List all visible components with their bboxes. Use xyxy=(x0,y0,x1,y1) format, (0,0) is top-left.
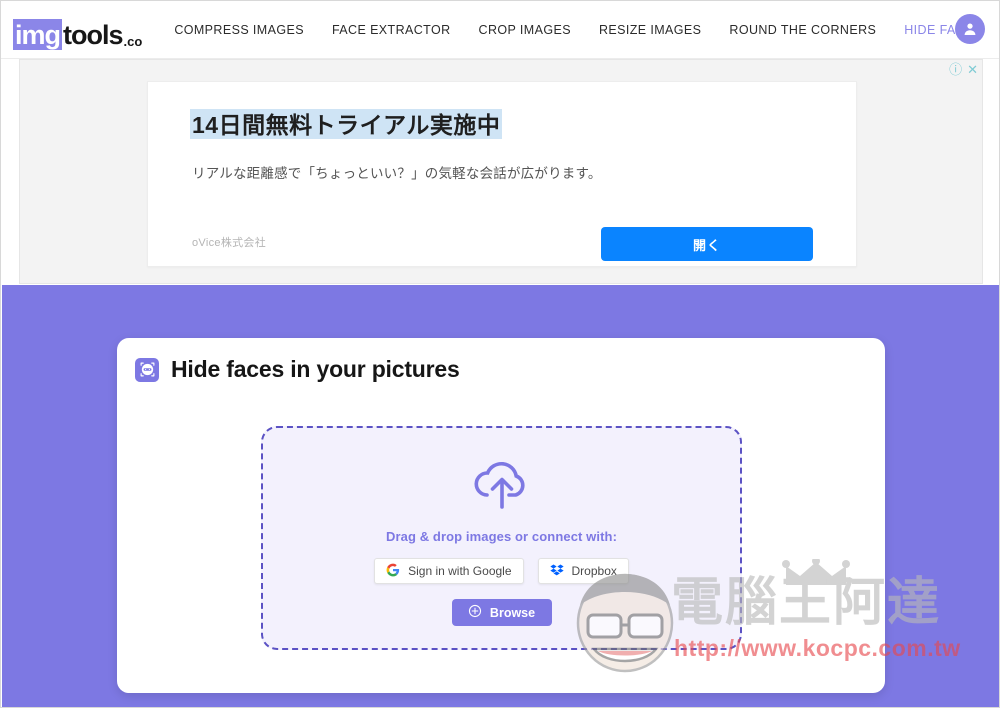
sign-in-with-google-label: Sign in with Google xyxy=(408,564,512,578)
ad-advertiser-name: oVice株式会社 xyxy=(192,237,267,249)
browse-button-label: Browse xyxy=(489,605,536,620)
card-header: Hide faces in your pictures xyxy=(135,356,460,383)
hide-faces-tool-card: Hide faces in your pictures Drag & drop … xyxy=(117,338,885,693)
nav-item-crop-images[interactable]: CROP IMAGES xyxy=(479,23,571,37)
cloud-upload-icon xyxy=(466,450,538,515)
advertisement-region: ⓘ ✕ 14日間無料トライアル実施中 リアルな距離感で「ちょっといい？」の気軽な… xyxy=(19,59,983,284)
face-mask-icon xyxy=(135,357,159,382)
nav-item-round-the-corners[interactable]: ROUND THE CORNERS xyxy=(729,23,876,37)
logo-co-text: .co xyxy=(123,33,143,49)
site-logo[interactable]: img tools .co xyxy=(13,10,142,50)
dropzone-label: Drag & drop images or connect with: xyxy=(385,529,618,544)
ad-subtitle: リアルな距離感で「ちょっといい？」の気軽な会話が広がります。 xyxy=(192,166,602,181)
ad-card[interactable]: 14日間無料トライアル実施中 リアルな距離感で「ちょっといい？」の気軽な会話が広… xyxy=(147,81,857,267)
google-g-icon xyxy=(386,563,400,580)
ad-cta-button[interactable]: 開く xyxy=(601,227,813,261)
dropbox-button[interactable]: Dropbox xyxy=(537,558,629,584)
file-dropzone[interactable]: Drag & drop images or connect with: Sign… xyxy=(261,426,742,650)
nav-item-compress-images[interactable]: COMPRESS IMAGES xyxy=(174,23,304,37)
plus-circle-icon xyxy=(468,604,482,621)
browse-button[interactable]: Browse xyxy=(451,599,552,626)
nav-item-resize-images[interactable]: RESIZE IMAGES xyxy=(599,23,701,37)
close-icon[interactable]: ✕ xyxy=(967,63,978,76)
nav-item-face-extractor[interactable]: FACE EXTRACTOR xyxy=(332,23,451,37)
avatar[interactable] xyxy=(955,14,985,44)
connect-providers-row: Sign in with Google Dropbox xyxy=(374,558,629,584)
browser-page: img tools .co COMPRESS IMAGES FACE EXTRA… xyxy=(0,0,1000,708)
nav-links: COMPRESS IMAGES FACE EXTRACTOR CROP IMAG… xyxy=(174,23,999,37)
dropbox-label: Dropbox xyxy=(571,564,617,578)
page-title: Hide faces in your pictures xyxy=(171,356,460,382)
sign-in-with-google-button[interactable]: Sign in with Google xyxy=(374,558,524,584)
dropbox-icon xyxy=(549,563,564,580)
user-avatar-icon xyxy=(964,23,976,35)
ad-controls: ⓘ ✕ xyxy=(949,63,978,76)
top-navigation-bar: img tools .co COMPRESS IMAGES FACE EXTRA… xyxy=(1,1,999,59)
logo-tools-text: tools xyxy=(63,19,123,50)
ad-info-icon[interactable]: ⓘ xyxy=(949,63,962,76)
ad-headline: 14日間無料トライアル実施中 xyxy=(190,109,503,139)
logo-img-text: img xyxy=(13,18,63,50)
